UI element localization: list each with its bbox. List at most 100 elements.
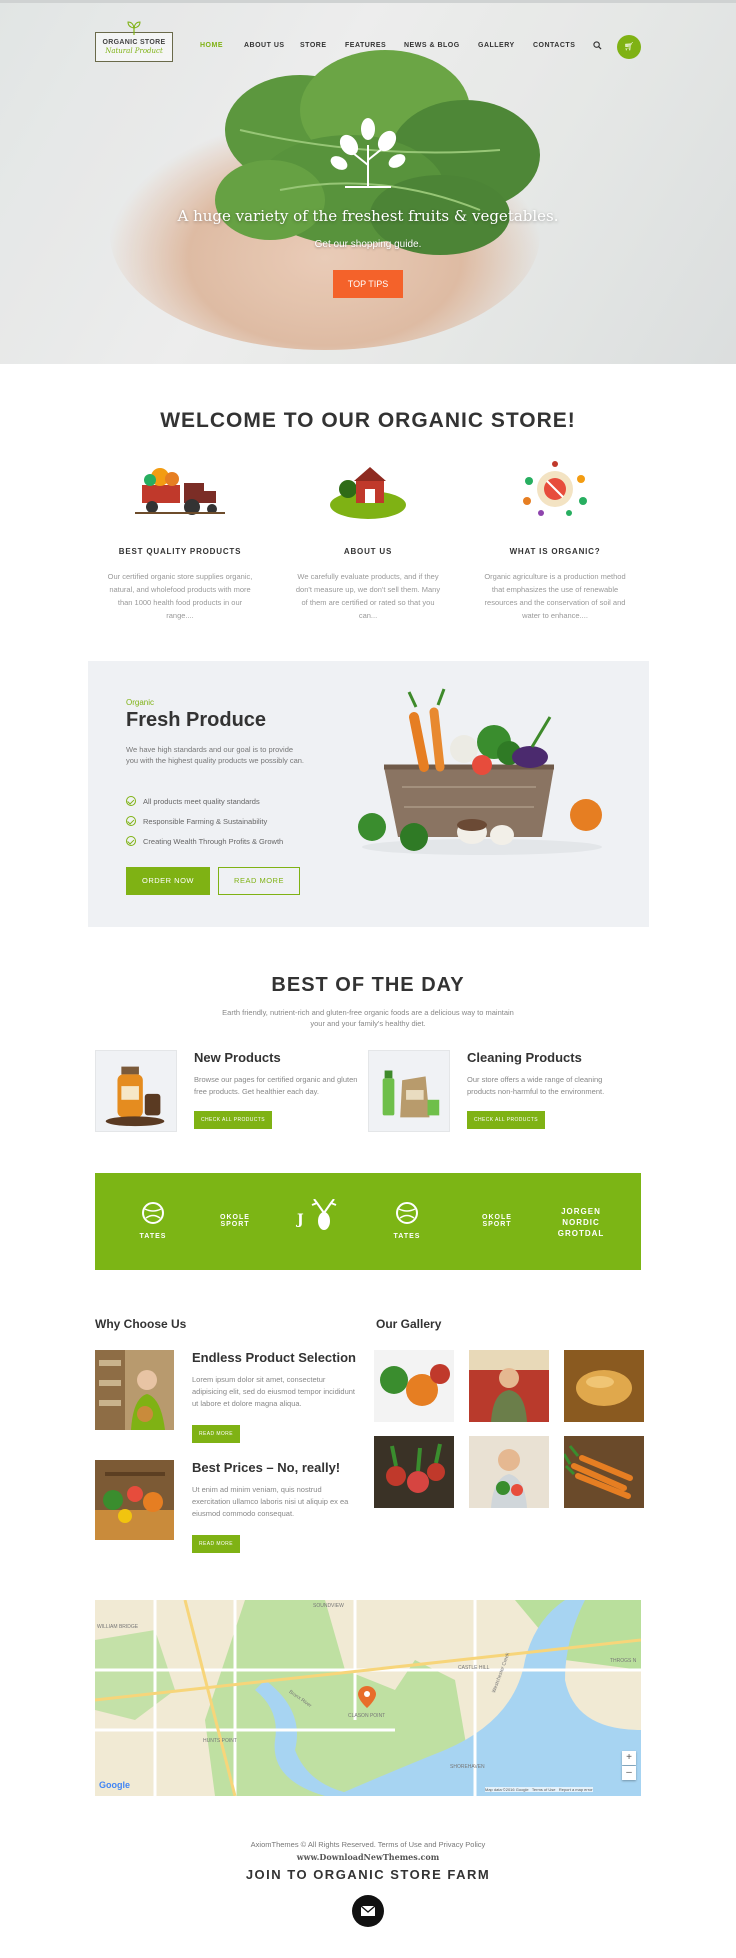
- map-label-clason-point: CLASON POINT: [348, 1713, 386, 1719]
- brand-name: JORGEN NORDIC GROTDAL: [557, 1207, 605, 1238]
- barn-icon: [330, 467, 406, 519]
- top-progress-bar: [0, 0, 736, 3]
- brand-logo-okole-sport[interactable]: OKOLE SPORT: [467, 1211, 527, 1228]
- best-of-day-title: BEST OF THE DAY: [271, 974, 465, 996]
- google-logo[interactable]: Google: [99, 1780, 130, 1790]
- nav-features[interactable]: FEATURES: [345, 42, 386, 49]
- vegetable-basket-image: [358, 688, 602, 855]
- feature-title: WHAT IS ORGANIC?: [509, 547, 601, 556]
- why-item-title: Endless Product Selection: [192, 1350, 356, 1365]
- read-more-button[interactable]: READ MORE: [192, 1535, 240, 1553]
- why-item-title: Best Prices – No, really!: [192, 1460, 341, 1475]
- join-title: JOIN TO ORGANIC STORE FARM: [245, 1867, 491, 1882]
- feature-title: BEST QUALITY PRODUCTS: [118, 547, 242, 556]
- cart-button[interactable]: 🛒︎: [617, 35, 641, 59]
- gallery-image-bread[interactable]: [564, 1350, 644, 1422]
- product-title: Cleaning Products: [467, 1050, 582, 1065]
- map-zoom-out-button[interactable]: –: [622, 1766, 636, 1780]
- feature-about-us: ABOUT US We carefully evaluate products,…: [293, 455, 443, 622]
- gallery-image-vegetables[interactable]: [374, 1350, 454, 1422]
- list-item-label: Creating Wealth Through Profits & Growth: [143, 836, 284, 846]
- list-item: Responsible Farming & Sustainability: [126, 811, 283, 831]
- cleaning-products-image: [368, 1050, 450, 1132]
- gallery-image-woman-produce[interactable]: [469, 1436, 549, 1508]
- newsletter-button[interactable]: [352, 1895, 384, 1927]
- organic-plate-icon: [523, 461, 587, 516]
- nav-about-us[interactable]: ABOUT US: [244, 42, 285, 49]
- read-more-button[interactable]: READ MORE: [192, 1425, 240, 1443]
- brand-name: TATES: [393, 1233, 421, 1240]
- brand-name: OKOLE SPORT: [482, 1214, 512, 1228]
- brand-logo-okole-sport[interactable]: OKOLE SPORT: [205, 1211, 265, 1228]
- copyright-text: AxiomThemes © All Rights Reserved. Terms…: [250, 1840, 486, 1849]
- brand-logo-tates[interactable]: TATES: [387, 1201, 427, 1240]
- brand-logo-tates[interactable]: TATES: [133, 1201, 173, 1240]
- list-item-label: Responsible Farming & Sustainability: [143, 816, 268, 826]
- welcome-title: WELCOME TO OUR ORGANIC STORE!: [160, 409, 576, 432]
- search-icon[interactable]: [593, 41, 602, 50]
- why-item-text: Lorem ipsum dolor sit amet, consectetur …: [192, 1375, 356, 1408]
- brand-name: TATES: [139, 1233, 167, 1240]
- check-all-products-button[interactable]: CHECK ALL PRODUCTS: [467, 1111, 545, 1129]
- map-label-shorehaven: SHOREHAVEN: [450, 1764, 485, 1770]
- site-watermark: www.DownloadNewThemes.com: [296, 1852, 440, 1862]
- feature-text: Our certified organic store supplies org…: [107, 572, 253, 620]
- feature-text: We carefully evaluate products, and if t…: [295, 572, 441, 620]
- hero-banner: ORGANIC STORE Natural Product HOME ABOUT…: [0, 0, 736, 364]
- envelope-icon: [360, 1905, 376, 1916]
- hero-subtitle: Get our shopping guide.: [314, 239, 422, 250]
- nav-home[interactable]: HOME: [200, 42, 223, 49]
- brand-logo-deer[interactable]: J: [297, 1198, 341, 1238]
- new-products-card: New Products Browse our pages for certif…: [95, 1050, 375, 1134]
- hero-title: A huge variety of the freshest fruits & …: [177, 207, 559, 225]
- brand-name: J: [297, 1212, 305, 1228]
- fresh-produce-section: Organic Fresh Produce We have high stand…: [88, 661, 649, 927]
- vegetables-table-image: [95, 1460, 174, 1540]
- why-choose-us-title: Why Choose Us: [95, 1317, 187, 1331]
- order-now-button[interactable]: ORDER NOW: [126, 867, 210, 895]
- logo-subtitle: Natural Product: [105, 47, 163, 55]
- nav-contacts[interactable]: CONTACTS: [533, 42, 575, 49]
- product-title: New Products: [194, 1050, 281, 1065]
- check-circle-icon: [126, 836, 136, 846]
- ball-icon: [396, 1202, 418, 1224]
- best-of-day-description: Earth friendly, nutrient-rich and gluten…: [222, 1008, 514, 1028]
- feature-text: Organic agriculture is a production meth…: [484, 572, 626, 620]
- top-tips-button[interactable]: TOP TIPS: [333, 270, 403, 298]
- brand-logo-jorgen[interactable]: JORGEN NORDIC GROTDAL: [551, 1203, 611, 1239]
- map-data-credit: Map data ©2016 Google: [485, 1787, 529, 1792]
- feature-what-is-organic: WHAT IS ORGANIC? Organic agriculture is …: [480, 455, 630, 622]
- brand-logos-band: TATES OKOLE SPORT J TATES OKOLE SPORT JO…: [95, 1173, 641, 1270]
- map-terms-link[interactable]: Terms of Use: [532, 1787, 556, 1792]
- gallery-image-radishes[interactable]: [374, 1436, 454, 1508]
- nav-store[interactable]: STORE: [300, 42, 327, 49]
- location-map[interactable]: SOUNDVIEW CASTLE HILL CLASON POINT HUNTS…: [95, 1600, 641, 1796]
- nav-news-blog[interactable]: NEWS & BLOG: [404, 42, 460, 49]
- map-canvas: [95, 1600, 641, 1796]
- gallery-title: Our Gallery: [376, 1317, 442, 1331]
- gallery-image-carrots[interactable]: [564, 1436, 644, 1508]
- cart-icon: 🛒︎: [623, 42, 635, 51]
- honey-jar-image: [95, 1050, 177, 1132]
- nav-gallery[interactable]: GALLERY: [478, 42, 515, 49]
- site-logo[interactable]: ORGANIC STORE Natural Product: [95, 21, 173, 62]
- tree-emblem-icon: [330, 118, 406, 188]
- check-circle-icon: [126, 796, 136, 806]
- map-zoom-in-button[interactable]: +: [622, 1751, 636, 1765]
- why-item-best-prices: Best Prices – No, really! Ut enim ad min…: [95, 1460, 365, 1556]
- sprout-icon: [127, 21, 141, 35]
- product-text: Browse our pages for certified organic a…: [194, 1075, 358, 1096]
- map-report-error-link[interactable]: Report a map error: [559, 1787, 593, 1792]
- brand-name: OKOLE SPORT: [220, 1214, 250, 1228]
- fresh-description: We have high standards and our goal is t…: [126, 745, 305, 765]
- feature-title: ABOUT US: [343, 547, 393, 556]
- map-label-hunts-point: HUNTS POINT: [203, 1738, 237, 1744]
- check-all-products-button[interactable]: CHECK ALL PRODUCTS: [194, 1111, 272, 1129]
- list-item-label: All products meet quality standards: [143, 796, 260, 806]
- logo-title: ORGANIC STORE: [102, 39, 166, 46]
- read-more-button[interactable]: READ MORE: [218, 867, 300, 895]
- map-attribution: Map data ©2016 Google Terms of Use Repor…: [485, 1787, 593, 1792]
- tractor-icon: [135, 468, 225, 515]
- ball-icon: [142, 1202, 164, 1224]
- gallery-image-shopper[interactable]: [469, 1350, 549, 1422]
